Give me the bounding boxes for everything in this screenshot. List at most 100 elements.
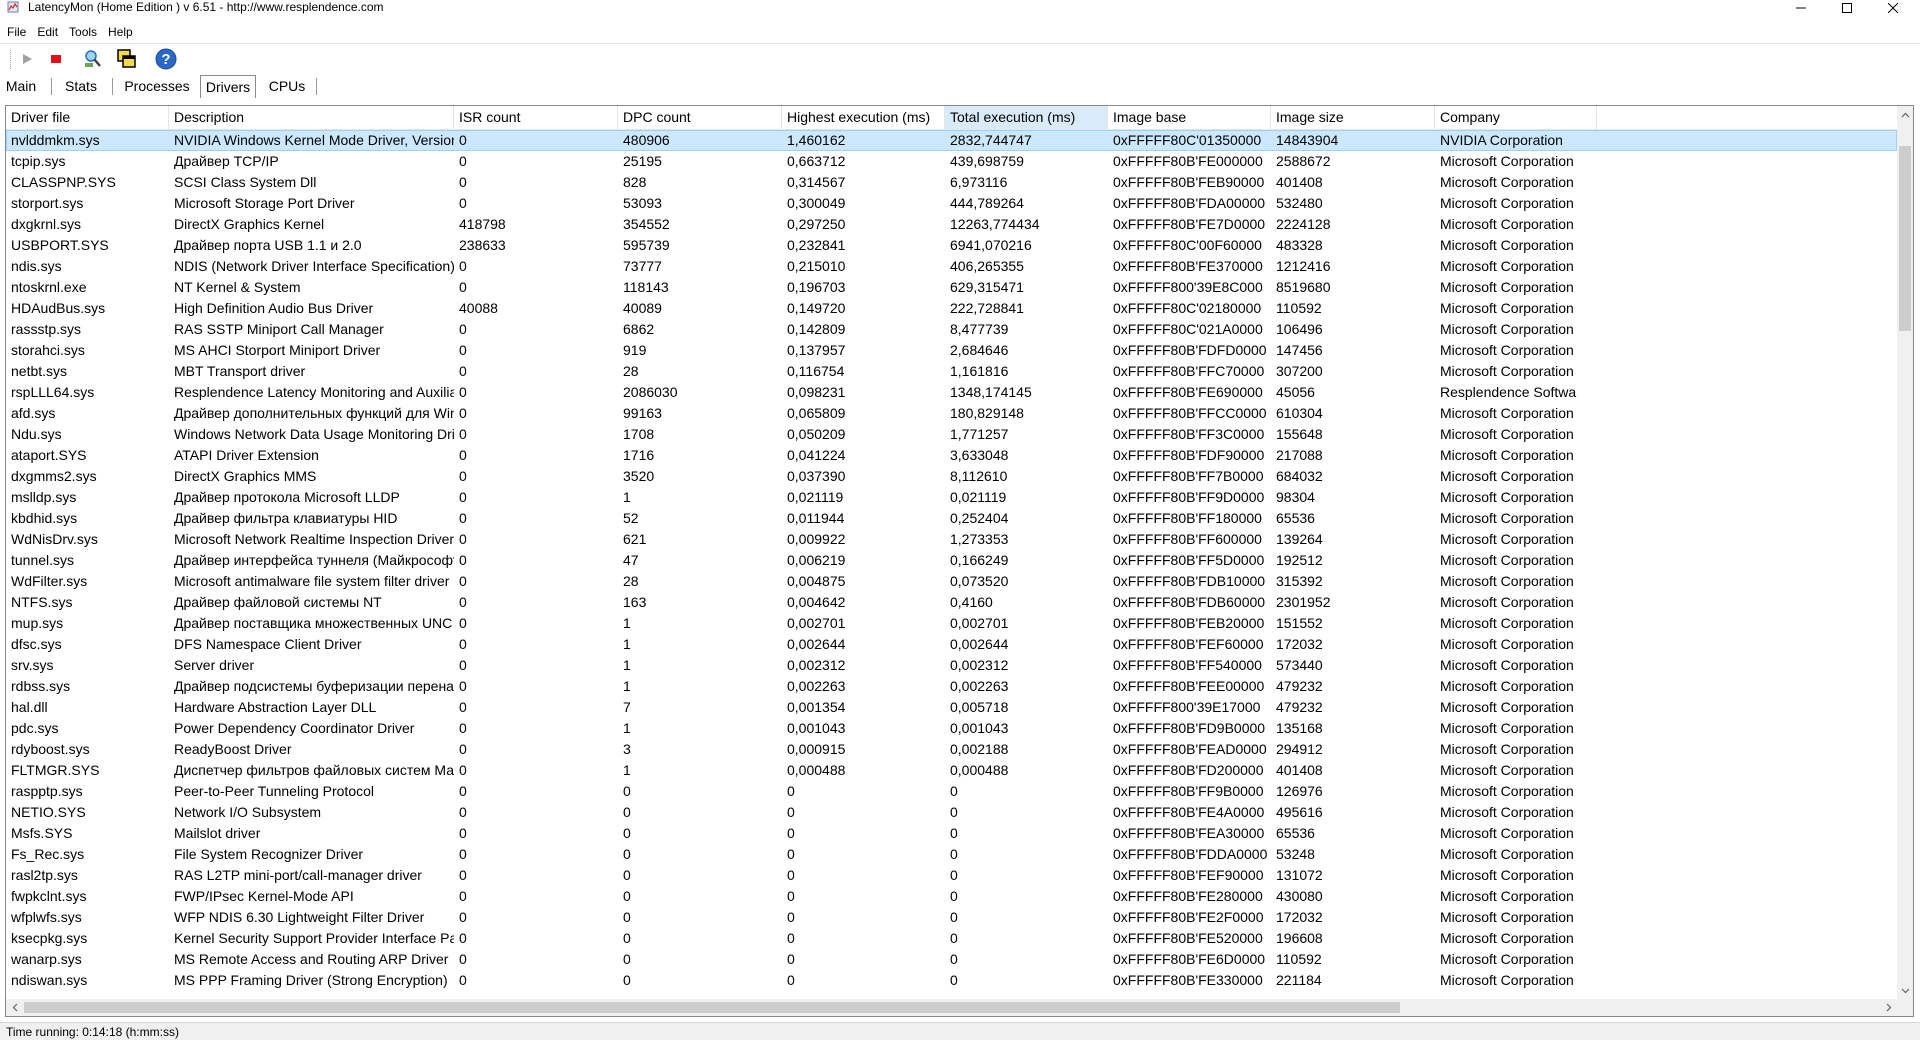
cell-total-execution: 2,684646 (950, 342, 1009, 358)
table-row[interactable]: mup.sys Драйвер поставщика множественных … (6, 613, 1897, 634)
cell-company: Microsoft Corporation (1440, 405, 1574, 421)
table-row[interactable]: ndiswan.sys MS PPP Framing Driver (Strong… (6, 970, 1897, 991)
cell-isr-count: 0 (459, 657, 467, 673)
cell-description: ATAPI Driver Extension (174, 447, 319, 463)
table-row[interactable]: hal.dll Hardware Abstraction Layer DLL 0 7 0… (6, 697, 1897, 718)
vertical-scrollbar[interactable] (1897, 106, 1913, 999)
cell-image-size: 106496 (1276, 321, 1323, 337)
table-row[interactable]: rasl2tp.sys RAS L2TP mini-port/call-manag… (6, 865, 1897, 886)
table-row[interactable]: netbt.sys MBT Transport driver 0 28 0,116754… (6, 361, 1897, 382)
horizontal-scrollbar[interactable] (6, 999, 1897, 1016)
tab-cpus[interactable]: CPUs (264, 75, 310, 98)
cell-isr-count: 0 (459, 615, 467, 631)
table-row[interactable]: mslldp.sys Драйвер протокола Microsoft LL… (6, 487, 1897, 508)
table-row[interactable]: WdFilter.sys Microsoft antimalware file s… (6, 571, 1897, 592)
cell-image-base: 0xFFFFF80B'FDFD0000 (1113, 342, 1267, 358)
table-row[interactable]: USBPORT.SYS Драйвер порта USB 1.1 и 2.0 23… (6, 235, 1897, 256)
tab-processes[interactable]: Processes (122, 75, 192, 98)
table-row[interactable]: fwpkclnt.sys FWP/IPsec Kernel-Mode API 0 0 0… (6, 886, 1897, 907)
cell-isr-count: 0 (459, 321, 467, 337)
table-row[interactable]: Ndu.sys Windows Network Data Usage Monito… (6, 424, 1897, 445)
close-button[interactable] (1870, 0, 1916, 16)
maximize-button[interactable] (1824, 0, 1870, 16)
table-row[interactable]: NETIO.SYS Network I/O Subsystem 0 0 0 0 0xFFFF… (6, 802, 1897, 823)
menu-file[interactable]: File (3, 22, 30, 42)
table-row[interactable]: ndis.sys NDIS (Network Driver Interface S… (6, 256, 1897, 277)
table-row[interactable]: ksecpkg.sys Kernel Security Support Provi… (6, 928, 1897, 949)
cell-company: Microsoft Corporation (1440, 363, 1574, 379)
table-row[interactable]: tcpip.sys Драйвер TCP/IP 0 25195 0,663712 439… (6, 151, 1897, 172)
table-row[interactable]: pdc.sys Power Dependency Coordinator Driv… (6, 718, 1897, 739)
help-button[interactable]: ? (154, 48, 178, 70)
column-header-description[interactable]: Description (169, 106, 454, 129)
column-header-driver-file[interactable]: Driver file (6, 106, 169, 129)
drivers-list[interactable]: Driver file Description ISR count DPC count… (5, 105, 1914, 1017)
cell-driver-file: NTFS.sys (11, 594, 73, 610)
scroll-left-button[interactable] (6, 999, 23, 1016)
table-row[interactable]: dxgkrnl.sys DirectX Graphics Kernel 418798… (6, 214, 1897, 235)
cell-total-execution: 629,315471 (950, 279, 1024, 295)
table-row[interactable]: storport.sys Microsoft Storage Port Drive… (6, 193, 1897, 214)
table-row[interactable]: wanarp.sys MS Remote Access and Routing A… (6, 949, 1897, 970)
table-row[interactable]: rassstp.sys RAS SSTP Miniport Call Manage… (6, 319, 1897, 340)
cell-driver-file: hal.dll (11, 699, 48, 715)
cell-company: Microsoft Corporation (1440, 573, 1574, 589)
table-row[interactable]: ataport.SYS ATAPI Driver Extension 0 1716 0,… (6, 445, 1897, 466)
windows-button[interactable] (115, 48, 139, 70)
table-row[interactable]: Fs_Rec.sys File System Recognizer Driver 0… (6, 844, 1897, 865)
menu-edit[interactable]: Edit (33, 22, 62, 42)
column-header-highest-execution[interactable]: Highest execution (ms) (782, 106, 945, 129)
table-row[interactable]: CLASSPNP.SYS SCSI Class System Dll 0 828 0,3… (6, 172, 1897, 193)
cell-dpc-count: 480906 (623, 132, 670, 148)
cell-description: Network I/O Subsystem (174, 804, 322, 820)
cell-dpc-count: 52 (623, 510, 639, 526)
column-header-total-execution[interactable]: Total execution (ms) (945, 106, 1108, 129)
tab-stats[interactable]: Stats (62, 75, 100, 98)
start-button[interactable] (15, 48, 39, 70)
table-row[interactable]: dfsc.sys DFS Namespace Client Driver 0 1 0,0… (6, 634, 1897, 655)
column-header-image-base[interactable]: Image base (1108, 106, 1271, 129)
cell-image-size: 610304 (1276, 405, 1323, 421)
table-row[interactable]: WdNisDrv.sys Microsoft Network Realtime I… (6, 529, 1897, 550)
search-button[interactable] (81, 48, 105, 70)
table-row[interactable]: NTFS.sys Драйвер файловой системы NT 0 163 0… (6, 592, 1897, 613)
column-header-dpc-count[interactable]: DPC count (618, 106, 782, 129)
minimize-button[interactable] (1778, 0, 1824, 16)
table-row[interactable]: nvlddmkm.sys NVIDIA Windows Kernel Mode D… (6, 130, 1897, 151)
column-header-image-size[interactable]: Image size (1271, 106, 1435, 129)
scroll-down-button[interactable] (1897, 982, 1913, 999)
table-row[interactable]: dxgmms2.sys DirectX Graphics MMS 0 3520 0,03… (6, 466, 1897, 487)
table-row[interactable]: rspLLL64.sys Resplendence Latency Monitor… (6, 382, 1897, 403)
table-row[interactable]: afd.sys Драйвер дополнительных функций дл… (6, 403, 1897, 424)
table-row[interactable]: Msfs.SYS Mailslot driver 0 0 0 0 0xFFFFF80B'FE… (6, 823, 1897, 844)
cell-company: Microsoft Corporation (1440, 678, 1574, 694)
cell-highest-execution: 0,297250 (787, 216, 846, 232)
table-row[interactable]: raspptp.sys Peer-to-Peer Tunneling Protoc… (6, 781, 1897, 802)
table-row[interactable]: rdyboost.sys ReadyBoost Driver 0 3 0,000915 0… (6, 739, 1897, 760)
menu-tools[interactable]: Tools (65, 22, 101, 42)
column-header-company[interactable]: Company (1435, 106, 1597, 129)
cell-company: Microsoft Corporation (1440, 636, 1574, 652)
table-row[interactable]: srv.sys Server driver 0 1 0,002312 0,002312 0x… (6, 655, 1897, 676)
table-row[interactable]: wfplwfs.sys WFP NDIS 6.30 Lightweight Fil… (6, 907, 1897, 928)
table-row[interactable]: kbdhid.sys Драйвер фильтра клавиатуры HID… (6, 508, 1897, 529)
stop-button[interactable] (44, 48, 68, 70)
table-row[interactable]: tunnel.sys Драйвер интерфейса туннеля (Ма… (6, 550, 1897, 571)
column-header-isr-count[interactable]: ISR count (454, 106, 618, 129)
horizontal-scroll-thumb[interactable] (24, 1002, 1400, 1013)
tab-main[interactable]: Main (4, 75, 38, 98)
table-row[interactable]: HDAudBus.sys High Definition Audio Bus Dr… (6, 298, 1897, 319)
table-row[interactable]: storahci.sys MS AHCI Storport Miniport Dr… (6, 340, 1897, 361)
cell-description: Драйвер порта USB 1.1 и 2.0 (174, 237, 362, 253)
menu-help[interactable]: Help (104, 22, 137, 42)
scroll-up-button[interactable] (1897, 106, 1913, 123)
table-row[interactable]: rdbss.sys Драйвер подсистемы буферизации … (6, 676, 1897, 697)
toolbar-grip[interactable] (10, 50, 13, 69)
vertical-scroll-thumb[interactable] (1899, 146, 1911, 331)
cell-description: DirectX Graphics Kernel (174, 216, 325, 232)
table-row[interactable]: FLTMGR.SYS Диспетчер фильтров файловых си… (6, 760, 1897, 781)
tab-drivers[interactable]: Drivers (200, 75, 256, 98)
cell-driver-file: fwpkclnt.sys (11, 888, 87, 904)
scroll-right-button[interactable] (1880, 999, 1897, 1016)
table-row[interactable]: ntoskrnl.exe NT Kernel & System 0 118143 0,1… (6, 277, 1897, 298)
